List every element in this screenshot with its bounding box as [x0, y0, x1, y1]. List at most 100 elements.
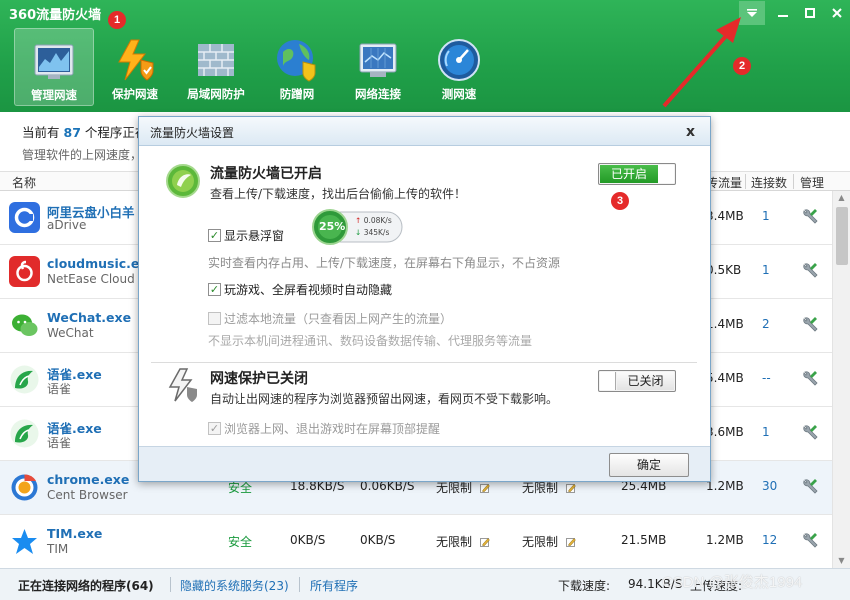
yuque-icon — [9, 418, 40, 449]
scroll-thumb[interactable] — [836, 207, 848, 265]
floating-upload-speed: ↑ 0.08K/s — [355, 216, 392, 225]
toggle-knob — [600, 372, 616, 390]
info-subtext: 管理软件的上网速度， — [22, 148, 143, 162]
program-description: Cent Browser — [47, 488, 128, 502]
connection-count[interactable]: 2 — [762, 317, 770, 331]
tool-manage-speed[interactable]: 管理网速 — [14, 28, 94, 106]
connection-count[interactable]: 1 — [762, 425, 770, 439]
annotation-marker-1: 1 — [108, 11, 126, 29]
wrench-icon[interactable] — [801, 207, 819, 225]
download-speed-label: 下载速度: — [558, 579, 611, 593]
edit-limit-icon[interactable] — [480, 537, 490, 547]
checkbox-label: 浏览器上网、退出游戏时在屏幕顶部提醒 — [224, 422, 441, 436]
tool-label: 局域网防护 — [187, 87, 245, 101]
speed-protect-desc: 自动让出网速的程序为浏览器预留出网速，看网页不受下载影响。 — [210, 392, 559, 406]
main-toolbar: 管理网速 保护网速 局域网防护 防蹭网 网络连接 测网速 — [14, 28, 500, 106]
floating-up-value: 0.08K/s — [363, 216, 392, 225]
connection-count[interactable]: 12 — [762, 533, 777, 547]
annotation-marker-2: 2 — [733, 57, 751, 75]
tool-lan-protect[interactable]: 局域网防护 — [176, 28, 256, 106]
column-divider — [793, 174, 794, 189]
upload-total: 3.6MB — [706, 425, 744, 439]
edit-limit-icon[interactable] — [566, 537, 576, 547]
program-description: 语雀 — [47, 436, 72, 450]
wrench-icon[interactable] — [801, 477, 819, 495]
menu-button[interactable] — [739, 1, 765, 25]
app-title: 360流量防火墙 — [9, 8, 102, 23]
monitor-chart-icon — [34, 44, 74, 79]
connection-count[interactable]: -- — [762, 371, 771, 385]
tool-network-connections[interactable]: 网络连接 — [338, 28, 418, 106]
tool-speed-test[interactable]: 测网速 — [419, 28, 499, 106]
upload-total: 1.2MB — [706, 479, 744, 493]
firewall-toggle[interactable]: 已开启 — [598, 163, 676, 185]
firewall-status-desc: 查看上传/下载速度，找出后台偷偷上传的软件！ — [210, 187, 467, 201]
browser-reminder-checkbox[interactable]: ✓ 浏览器上网、退出游戏时在屏幕顶部提醒 — [208, 420, 440, 437]
scroll-down-arrow[interactable]: ▼ — [833, 554, 850, 568]
scrollbar[interactable]: ▲ ▼ — [832, 191, 850, 568]
speedometer-icon — [438, 39, 480, 81]
upload-total: 1.2MB — [706, 533, 744, 547]
checkbox-label: 玩游戏、全屏看视频时自动隐藏 — [224, 283, 393, 297]
wrench-icon[interactable] — [801, 369, 819, 387]
upload-total: 0.5KB — [706, 263, 742, 277]
globe-shield-icon — [277, 40, 316, 82]
tab-connected-programs[interactable]: 正在连接网络的程序(64) — [18, 577, 154, 594]
program-description: NetEase Cloud M — [47, 272, 149, 286]
show-floating-window-checkbox[interactable]: ✓ 显示悬浮窗 — [208, 227, 284, 244]
watermark: CSDN @张俊杰1994 — [662, 574, 803, 591]
minimize-button[interactable] — [769, 0, 796, 26]
dialog-close-button[interactable]: x — [686, 124, 695, 140]
tool-protect-speed[interactable]: 保护网速 — [95, 28, 175, 106]
wechat-icon — [9, 310, 40, 341]
adrive-icon — [9, 202, 40, 233]
program-name: TIM.exe — [47, 526, 103, 541]
security-status: 安全 — [228, 535, 253, 549]
tool-label: 网络连接 — [355, 87, 401, 101]
wrench-icon[interactable] — [801, 423, 819, 441]
tab-hidden-services[interactable]: 隐藏的系统服务(23) — [180, 577, 289, 594]
info-prefix: 当前有 — [22, 125, 60, 140]
edit-limit-icon[interactable] — [566, 483, 576, 493]
table-row[interactable]: TIM.exe TIM 安全 0KB/S 0KB/S 无限制 无限制 21.5MB 1.2MB 1… — [0, 515, 832, 569]
edit-limit-icon[interactable] — [480, 483, 490, 493]
checkbox-box: ✓ — [208, 283, 221, 296]
status-divider — [299, 577, 300, 592]
column-name[interactable]: 名称 — [12, 174, 36, 191]
speed-protect-toggle[interactable]: 已关闭 — [598, 370, 676, 392]
auto-hide-fullscreen-checkbox[interactable]: ✓ 玩游戏、全屏看视频时自动隐藏 — [208, 281, 392, 298]
wrench-icon[interactable] — [801, 531, 819, 549]
floating-percent: 25% — [319, 220, 346, 233]
upload-limit-value: 无限制 — [522, 481, 559, 495]
close-button[interactable] — [823, 0, 850, 26]
upload-total: 5.4MB — [706, 371, 744, 385]
scroll-up-arrow[interactable]: ▲ — [833, 191, 850, 205]
column-upload-flow[interactable]: 传流量 — [706, 174, 742, 191]
connection-count[interactable]: 1 — [762, 263, 770, 277]
dialog-titlebar: 流量防火墙设置 x — [139, 117, 710, 146]
wrench-icon[interactable] — [801, 315, 819, 333]
wrench-icon[interactable] — [801, 261, 819, 279]
ok-button[interactable]: 确定 — [609, 453, 689, 477]
firewall-settings-dialog: 流量防火墙设置 x 流量防火墙已开启 查看上传/下载速度，找出后台偷偷上传的软件… — [138, 116, 711, 482]
dialog-title: 流量防火墙设置 — [150, 126, 235, 140]
upload-total: 3.4MB — [706, 209, 744, 223]
column-connections[interactable]: 连接数 — [751, 174, 787, 191]
connection-count[interactable]: 30 — [762, 479, 777, 493]
program-description: 语雀 — [47, 382, 72, 396]
maximize-button[interactable] — [796, 0, 823, 26]
download-limit[interactable]: 无限制 — [436, 533, 490, 550]
tool-anti-leech[interactable]: 防蹭网 — [257, 28, 337, 106]
filter-local-traffic-note: 不显示本机间进程通讯、数码设备数据传输、代理服务等流量 — [208, 334, 533, 348]
connection-count[interactable]: 1 — [762, 209, 770, 223]
upload-limit[interactable]: 无限制 — [522, 533, 576, 550]
floating-down-value: 345K/s — [363, 228, 390, 237]
firewall-on-icon — [166, 164, 200, 198]
program-count: 87 — [63, 125, 81, 140]
download-limit-value: 无限制 — [436, 535, 473, 549]
minimize-icon — [777, 15, 788, 17]
tab-all-programs[interactable]: 所有程序 — [310, 577, 358, 594]
annotation-marker-3: 3 — [611, 192, 629, 210]
filter-local-traffic-checkbox[interactable]: 过滤本地流量（只查看因上网产生的流量） — [208, 310, 452, 327]
maximize-icon — [804, 8, 815, 18]
